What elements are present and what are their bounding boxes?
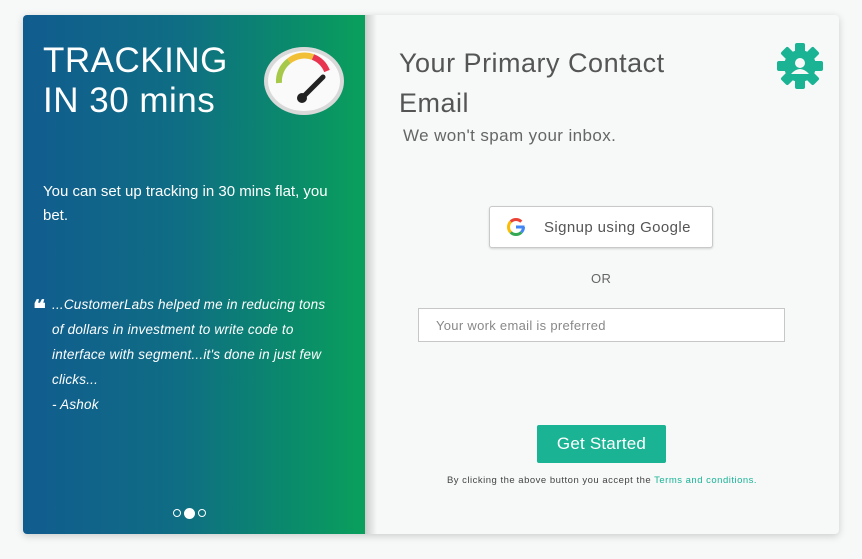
google-icon bbox=[507, 218, 525, 236]
speedometer-icon bbox=[264, 47, 344, 115]
google-signup-label: Signup using Google bbox=[544, 218, 691, 236]
promo-panel: TRACKING IN 30 mins You can set up track… bbox=[23, 15, 377, 534]
form-title: Your Primary Contact Email bbox=[399, 48, 665, 118]
terms-notice: By clicking the above button you accept … bbox=[365, 475, 839, 486]
testimonial: ...CustomerLabs helped me in reducing to… bbox=[52, 292, 332, 417]
carousel-dot[interactable] bbox=[198, 509, 206, 517]
google-signup-button[interactable]: Signup using Google bbox=[489, 206, 713, 248]
form-panel: Your Primary Contact Email We won't spam… bbox=[365, 15, 839, 534]
carousel-dot[interactable] bbox=[173, 509, 181, 517]
promo-subtext: You can set up tracking in 30 mins flat,… bbox=[43, 183, 328, 224]
gear-icon[interactable] bbox=[777, 43, 823, 89]
carousel-dot-active[interactable] bbox=[184, 507, 195, 519]
terms-link[interactable]: Terms and conditions. bbox=[654, 475, 757, 486]
signup-card: TRACKING IN 30 mins You can set up track… bbox=[23, 15, 839, 534]
testimonial-text: ...CustomerLabs helped me in reducing to… bbox=[52, 297, 326, 387]
promo-headline: TRACKING IN 30 mins bbox=[43, 41, 228, 120]
carousel-dots bbox=[173, 507, 206, 519]
get-started-button[interactable]: Get Started bbox=[537, 425, 666, 463]
testimonial-author: - Ashok bbox=[52, 397, 99, 412]
terms-prefix: By clicking the above button you accept … bbox=[446, 475, 655, 486]
form-tagline: We won't spam your inbox. bbox=[403, 126, 617, 145]
email-input[interactable] bbox=[418, 308, 785, 342]
quote-icon: ❝ bbox=[33, 294, 46, 323]
or-text: OR bbox=[591, 271, 612, 286]
